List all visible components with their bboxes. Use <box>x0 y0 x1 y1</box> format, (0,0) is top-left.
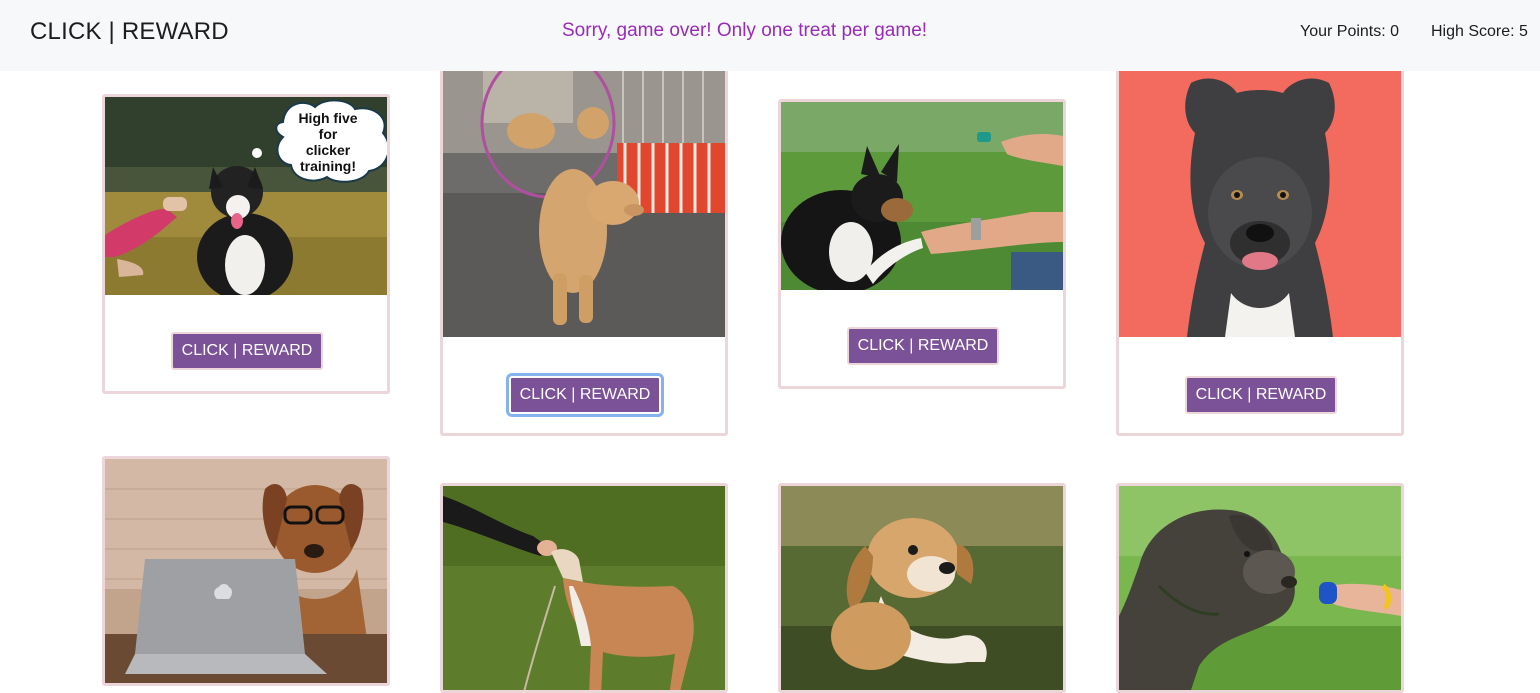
dog-card <box>440 483 728 693</box>
dog-photo[interactable] <box>105 459 387 683</box>
dog-card <box>778 483 1066 693</box>
click-reward-button[interactable]: CLICK | REWARD <box>509 376 661 414</box>
dog-card <box>1116 483 1404 693</box>
dog-photo[interactable] <box>1119 63 1401 337</box>
bubble-text-line-3: clicker <box>306 142 351 158</box>
dog-photo[interactable] <box>443 486 725 690</box>
game-message: Sorry, game over! Only one treat per gam… <box>562 20 928 41</box>
bubble-text-line-1: High five <box>298 110 357 126</box>
points-counter: Your Points: 0 <box>1300 23 1400 40</box>
dog-photo[interactable] <box>443 63 725 337</box>
dog-photo[interactable] <box>781 102 1063 290</box>
dog-card: CLICK | REWARD <box>778 99 1066 389</box>
navbar: CLICK | REWARD Sorry, game over! Only on… <box>0 0 1540 71</box>
click-reward-button[interactable]: CLICK | REWARD <box>171 332 323 370</box>
click-reward-button[interactable]: CLICK | REWARD <box>1185 376 1337 414</box>
click-reward-button[interactable]: CLICK | REWARD <box>847 327 999 365</box>
dog-card: CLICK | REWARD <box>1116 60 1404 436</box>
dog-card: CLICK | REWARD <box>440 60 728 436</box>
dog-card <box>102 456 390 686</box>
dog-card: High five for clicker training! CLICK | … <box>102 94 390 394</box>
bubble-text-line-2: for <box>319 126 338 142</box>
dog-photo[interactable]: High five for clicker training! <box>105 97 387 295</box>
dog-photo[interactable] <box>1119 486 1401 690</box>
high-score: High Score: 5 <box>1431 23 1528 40</box>
dog-photo[interactable] <box>781 486 1063 690</box>
bubble-text-line-4: training! <box>300 158 356 174</box>
brand-title[interactable]: CLICK | REWARD <box>30 18 229 46</box>
